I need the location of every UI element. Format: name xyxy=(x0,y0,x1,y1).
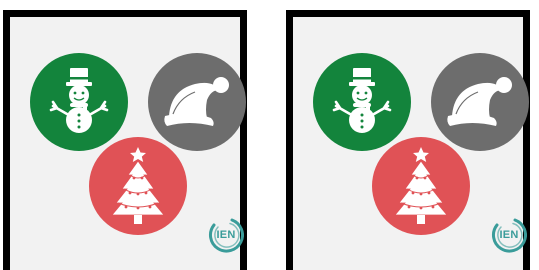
snowman-icon xyxy=(49,68,109,133)
christmas-tree-circle xyxy=(89,137,187,235)
christmas-tree-circle xyxy=(372,137,470,235)
snowman-icon xyxy=(332,68,392,133)
ien-logo-text: IEN xyxy=(499,229,519,241)
santa-hat-circle xyxy=(431,53,529,151)
image-panel-left: IEN xyxy=(3,10,247,270)
christmas-tree-icon xyxy=(394,147,448,224)
christmas-tree-icon xyxy=(111,147,165,224)
snowman-circle xyxy=(30,53,128,151)
snowman-circle xyxy=(313,53,411,151)
ien-logo: IEN xyxy=(491,217,527,253)
santa-hat-circle xyxy=(148,53,246,151)
image-panel-right: IEN xyxy=(286,10,530,270)
santa-hat-icon xyxy=(447,77,512,126)
ien-logo: IEN xyxy=(208,217,244,253)
santa-hat-icon xyxy=(164,77,229,126)
ien-logo-text: IEN xyxy=(216,229,236,241)
